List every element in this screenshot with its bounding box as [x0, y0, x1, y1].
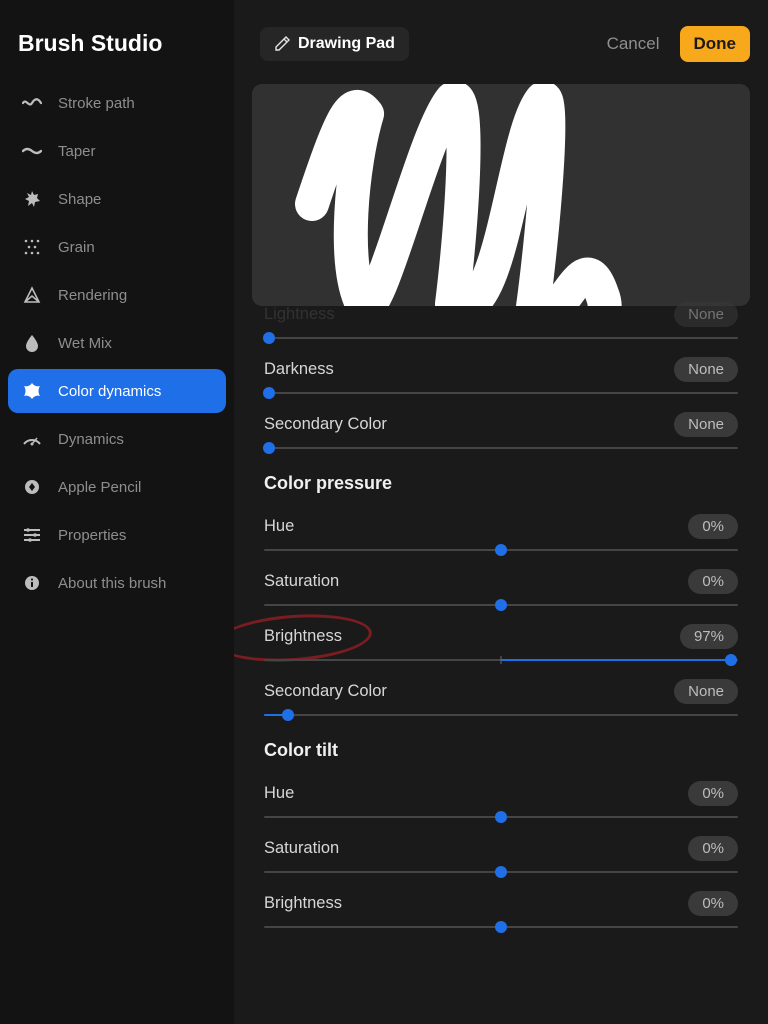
- apple-pencil-icon: [22, 477, 42, 497]
- sidebar-item-label: Apple Pencil: [58, 479, 141, 496]
- slider-track[interactable]: [264, 392, 738, 394]
- slider-fill: [501, 659, 731, 661]
- sidebar-item-rendering[interactable]: Rendering: [8, 273, 226, 317]
- sidebar: Brush Studio Stroke path Taper Shape Gra…: [0, 0, 234, 1024]
- slider-label: Darkness: [264, 360, 334, 379]
- properties-icon: [22, 525, 42, 545]
- slider-track[interactable]: [264, 816, 738, 818]
- slider-thumb[interactable]: [282, 709, 294, 721]
- sidebar-item-apple-pencil[interactable]: Apple Pencil: [8, 465, 226, 509]
- sidebar-item-label: Rendering: [58, 287, 127, 304]
- drawing-pad-button[interactable]: Drawing Pad: [260, 27, 409, 61]
- slider-value: None: [674, 302, 738, 327]
- slider-value: None: [674, 412, 738, 437]
- slider-track[interactable]: [264, 549, 738, 551]
- grain-icon: [22, 237, 42, 257]
- slider-secondary-color[interactable]: Secondary Color None: [264, 412, 738, 449]
- slider-label: Saturation: [264, 572, 339, 591]
- slider-thumb[interactable]: [495, 866, 507, 878]
- app-title: Brush Studio: [0, 18, 234, 81]
- slider-pressure-brightness[interactable]: Brightness 97%: [264, 624, 738, 661]
- slider-pressure-saturation[interactable]: Saturation 0%: [264, 569, 738, 606]
- slider-thumb[interactable]: [263, 442, 275, 454]
- sidebar-item-about[interactable]: About this brush: [8, 561, 226, 605]
- slider-value: 97%: [680, 624, 738, 649]
- drawing-pad-label: Drawing Pad: [298, 35, 395, 53]
- sidebar-item-grain[interactable]: Grain: [8, 225, 226, 269]
- slider-value: 0%: [688, 781, 738, 806]
- slider-darkness[interactable]: Darkness None: [264, 357, 738, 394]
- sidebar-item-label: Properties: [58, 527, 126, 544]
- settings-panel[interactable]: Lightness None Darkness None Secondary C…: [234, 300, 768, 1024]
- sidebar-item-dynamics[interactable]: Dynamics: [8, 417, 226, 461]
- slider-lightness[interactable]: Lightness None: [264, 302, 738, 339]
- top-actions: Cancel Done: [607, 26, 750, 62]
- brush-preview-canvas[interactable]: [252, 84, 750, 306]
- slider-pressure-secondary[interactable]: Secondary Color None: [264, 679, 738, 716]
- nav-list: Stroke path Taper Shape Grain Rendering: [0, 81, 234, 605]
- slider-track[interactable]: [264, 659, 738, 661]
- sidebar-item-label: Stroke path: [58, 95, 135, 112]
- slider-thumb[interactable]: [725, 654, 737, 666]
- slider-label: Hue: [264, 784, 294, 803]
- slider-tilt-brightness[interactable]: Brightness 0%: [264, 891, 738, 928]
- wet-mix-icon: [22, 333, 42, 353]
- sidebar-item-label: Color dynamics: [58, 383, 161, 400]
- slider-value: 0%: [688, 569, 738, 594]
- sidebar-item-shape[interactable]: Shape: [8, 177, 226, 221]
- sidebar-item-label: Wet Mix: [58, 335, 112, 352]
- section-color-pressure: Color pressure: [264, 473, 738, 494]
- slider-value: 0%: [688, 836, 738, 861]
- slider-track[interactable]: [264, 337, 738, 339]
- section-color-tilt: Color tilt: [264, 740, 738, 761]
- slider-tilt-hue[interactable]: Hue 0%: [264, 781, 738, 818]
- sidebar-item-wet-mix[interactable]: Wet Mix: [8, 321, 226, 365]
- edit-icon: [274, 36, 290, 52]
- color-dynamics-icon: [22, 381, 42, 401]
- sidebar-item-taper[interactable]: Taper: [8, 129, 226, 173]
- sidebar-item-label: Grain: [58, 239, 95, 256]
- stroke-path-icon: [22, 93, 42, 113]
- slider-track[interactable]: [264, 871, 738, 873]
- slider-track[interactable]: [264, 714, 738, 716]
- slider-value: 0%: [688, 891, 738, 916]
- taper-icon: [22, 141, 42, 161]
- slider-tilt-saturation[interactable]: Saturation 0%: [264, 836, 738, 873]
- rendering-icon: [22, 285, 42, 305]
- sidebar-item-stroke-path[interactable]: Stroke path: [8, 81, 226, 125]
- slider-thumb[interactable]: [495, 599, 507, 611]
- slider-label: Brightness: [264, 627, 342, 646]
- slider-track[interactable]: [264, 926, 738, 928]
- shape-icon: [22, 189, 42, 209]
- sidebar-item-label: Shape: [58, 191, 101, 208]
- slider-label: Hue: [264, 517, 294, 536]
- sidebar-item-label: Taper: [58, 143, 96, 160]
- slider-value: None: [674, 357, 738, 382]
- slider-pressure-hue[interactable]: Hue 0%: [264, 514, 738, 551]
- sidebar-item-properties[interactable]: Properties: [8, 513, 226, 557]
- slider-label: Brightness: [264, 894, 342, 913]
- slider-label: Saturation: [264, 839, 339, 858]
- slider-thumb[interactable]: [495, 811, 507, 823]
- about-icon: [22, 573, 42, 593]
- slider-label: Secondary Color: [264, 682, 387, 701]
- topbar: Drawing Pad Cancel Done: [234, 0, 768, 76]
- slider-label: Lightness: [264, 305, 335, 324]
- slider-thumb[interactable]: [263, 332, 275, 344]
- slider-thumb[interactable]: [495, 544, 507, 556]
- slider-value: 0%: [688, 514, 738, 539]
- slider-thumb[interactable]: [495, 921, 507, 933]
- cancel-button[interactable]: Cancel: [607, 34, 660, 54]
- slider-label: Secondary Color: [264, 415, 387, 434]
- slider-value: None: [674, 679, 738, 704]
- main-panel: Drawing Pad Cancel Done Lightness None D…: [234, 0, 768, 1024]
- dynamics-icon: [22, 429, 42, 449]
- done-button[interactable]: Done: [680, 26, 751, 62]
- sidebar-item-label: Dynamics: [58, 431, 124, 448]
- sidebar-item-label: About this brush: [58, 575, 166, 592]
- slider-thumb[interactable]: [263, 387, 275, 399]
- slider-track[interactable]: [264, 604, 738, 606]
- sidebar-item-color-dynamics[interactable]: Color dynamics: [8, 369, 226, 413]
- slider-track[interactable]: [264, 447, 738, 449]
